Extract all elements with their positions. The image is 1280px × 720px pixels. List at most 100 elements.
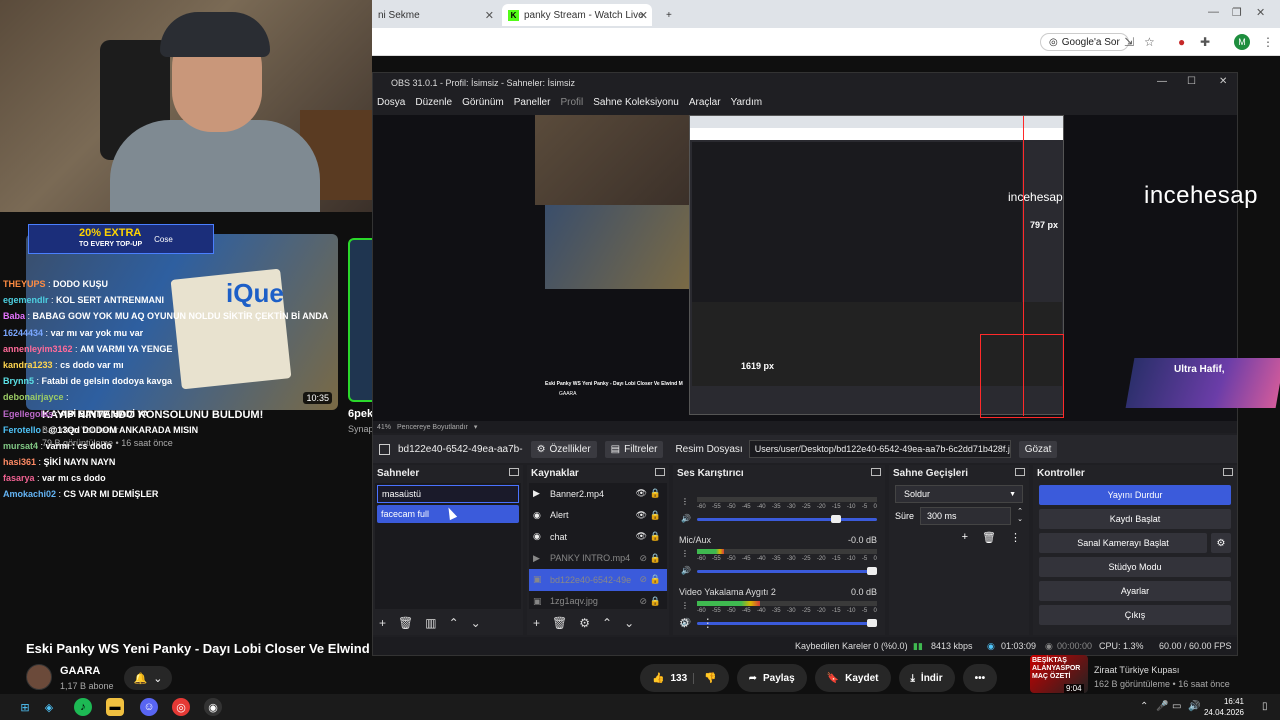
chat-username[interactable]: egemendlr: [3, 295, 49, 305]
thumbs-down-icon[interactable]: 👎: [693, 672, 717, 684]
channel-menu-icon[interactable]: ⋮: [681, 601, 689, 610]
mic-icon[interactable]: 🎤: [1156, 701, 1168, 712]
source-item[interactable]: ▣ 1zg1aqv.jpg ⊘ 🔒: [529, 591, 667, 613]
eye-hidden-icon[interactable]: ⊘: [639, 574, 647, 585]
google-sor-button[interactable]: ◎ Google'a Sor: [1040, 33, 1129, 51]
source-item[interactable]: ◉ Alert 👁 🔒: [529, 505, 667, 527]
extension-icon[interactable]: ●: [1178, 35, 1185, 49]
lock-icon[interactable]: 🔒: [650, 510, 661, 521]
menu-kebab-icon[interactable]: ⋮: [1010, 531, 1021, 544]
chat-username[interactable]: fasarya: [3, 473, 35, 483]
like-button[interactable]: 👍 133 👎: [640, 664, 729, 692]
popout-icon[interactable]: [1015, 468, 1025, 476]
close-icon[interactable]: ✕: [639, 9, 648, 22]
obs-close-icon[interactable]: ✕: [1219, 76, 1227, 87]
down-icon[interactable]: ⌄: [624, 616, 634, 630]
folder-icon[interactable]: ▬: [106, 698, 124, 716]
volume-icon[interactable]: 🔊: [1188, 701, 1200, 712]
gear-icon[interactable]: ⚙: [1211, 533, 1231, 553]
popout-icon[interactable]: [509, 468, 519, 476]
lock-icon[interactable]: 🔒: [650, 596, 661, 607]
chat-username[interactable]: annenleyim3162: [3, 344, 73, 354]
scene-filter-icon[interactable]: ▥: [425, 616, 436, 630]
chat-username[interactable]: hasi361: [3, 457, 36, 467]
chat-username[interactable]: Egellegolas: [3, 409, 53, 419]
chat-username[interactable]: mursat4: [3, 441, 38, 451]
tray-chevron-icon[interactable]: ⌃: [1140, 701, 1148, 712]
channel-avatar[interactable]: [26, 664, 52, 690]
transition-select[interactable]: Soldur ▼: [895, 485, 1023, 503]
add-icon[interactable]: +: [962, 531, 968, 544]
chat-username[interactable]: kandra1233: [3, 360, 53, 370]
channel-menu-icon[interactable]: ⋮: [681, 549, 689, 558]
add-icon[interactable]: +: [533, 616, 540, 630]
obs-menu-item[interactable]: Araçlar: [689, 97, 721, 108]
scene-item[interactable]: masaüstü: [377, 485, 519, 503]
volume-slider[interactable]: [697, 515, 877, 523]
menu-kebab-icon[interactable]: ⋮: [1262, 35, 1274, 49]
minimize-icon[interactable]: —: [1208, 6, 1219, 18]
advanced-audio-icon[interactable]: ⚙: [679, 616, 690, 630]
tab-kick-stream[interactable]: K panky Stream - Watch Live on K ✕: [502, 4, 652, 26]
popout-icon[interactable]: [655, 468, 665, 476]
obs-menu-item[interactable]: Görünüm: [462, 97, 504, 108]
chat-username[interactable]: Brynn5: [3, 376, 34, 386]
channel-menu-icon[interactable]: ⋮: [681, 497, 689, 506]
more-actions-button[interactable]: •••: [962, 664, 998, 692]
lock-icon[interactable]: 🔒: [650, 553, 661, 564]
install-icon[interactable]: ⇲: [1124, 35, 1134, 49]
chat-username[interactable]: debonairjayce: [3, 392, 64, 402]
obs-menu-item[interactable]: Profil: [560, 97, 583, 108]
add-icon[interactable]: +: [379, 616, 386, 630]
spotify-icon[interactable]: ♪: [74, 698, 92, 716]
obs-menu-item[interactable]: Sahne Koleksiyonu: [593, 97, 679, 108]
close-icon[interactable]: ✕: [485, 9, 494, 22]
obs-preview[interactable]: 797 px incehesap 1619 px Eski Panky WS Y…: [373, 115, 1237, 421]
download-button[interactable]: ⤓ İndir: [898, 664, 955, 692]
stepper-icon[interactable]: ⌃ ⌄: [1017, 508, 1023, 524]
eye-hidden-icon[interactable]: ⊘: [639, 553, 647, 564]
exit-button[interactable]: Çıkış: [1039, 605, 1231, 625]
properties-button[interactable]: ⚙ Özellikler: [530, 440, 597, 458]
menu-kebab-icon[interactable]: ⋮: [702, 616, 714, 630]
volume-slider[interactable]: [697, 567, 877, 575]
chevron-down-icon[interactable]: ▾: [474, 423, 478, 431]
chat-username[interactable]: Ferotello: [3, 425, 41, 435]
popout-icon[interactable]: [1223, 468, 1233, 476]
steam-icon[interactable]: ◈: [40, 698, 58, 716]
eye-icon[interactable]: 👁: [636, 510, 647, 521]
start-icon[interactable]: ⊞: [16, 698, 34, 716]
recommended-title[interactable]: Ziraat Türkiye Kupası: [1094, 665, 1179, 675]
save-button[interactable]: 🔖 Kaydet: [814, 664, 891, 692]
obs-menu-item[interactable]: Yardım: [731, 97, 763, 108]
gear-icon[interactable]: ⚙: [579, 616, 590, 630]
volume-knob[interactable]: [831, 515, 841, 523]
maximize-icon[interactable]: ❐: [1232, 6, 1242, 19]
trash-icon[interactable]: 🗑: [398, 616, 413, 630]
down-icon[interactable]: ⌄: [471, 616, 481, 630]
notification-bell-button[interactable]: 🔔 ⌄: [124, 666, 172, 690]
network-tray-icon[interactable]: ▭: [1172, 701, 1181, 712]
new-tab-button[interactable]: +: [660, 4, 680, 26]
popout-icon[interactable]: [871, 468, 881, 476]
eye-icon[interactable]: 👁: [636, 531, 647, 542]
obs-minimize-icon[interactable]: —: [1157, 76, 1167, 87]
up-icon[interactable]: ⌃: [602, 616, 612, 630]
trash-icon[interactable]: 🗑: [982, 531, 996, 544]
eye-icon[interactable]: 👁: [636, 488, 647, 499]
tab-new[interactable]: ni Sekme ✕: [372, 4, 498, 26]
settings-button[interactable]: Ayarlar: [1039, 581, 1231, 601]
up-icon[interactable]: ⌃: [449, 616, 459, 630]
filters-button[interactable]: ▤ Filtreler: [604, 440, 664, 458]
virtual-cam-button[interactable]: Sanal Kamerayı Başlat: [1039, 533, 1207, 553]
speaker-icon[interactable]: 🔊: [681, 514, 691, 523]
obs-icon[interactable]: ◉: [204, 698, 222, 716]
browse-button[interactable]: Gözat: [1018, 440, 1058, 458]
eye-hidden-icon[interactable]: ⊘: [639, 596, 647, 607]
obs-menu-item[interactable]: Dosya: [377, 97, 405, 108]
volume-knob[interactable]: [867, 567, 877, 575]
extensions-puzzle-icon[interactable]: ✚: [1200, 35, 1210, 49]
chat-username[interactable]: THEYUPS: [3, 279, 46, 289]
source-item[interactable]: ▣ bd122e40-6542-49e ⊘ 🔒: [529, 569, 667, 591]
studio-mode-button[interactable]: Stüdyo Modu: [1039, 557, 1231, 577]
